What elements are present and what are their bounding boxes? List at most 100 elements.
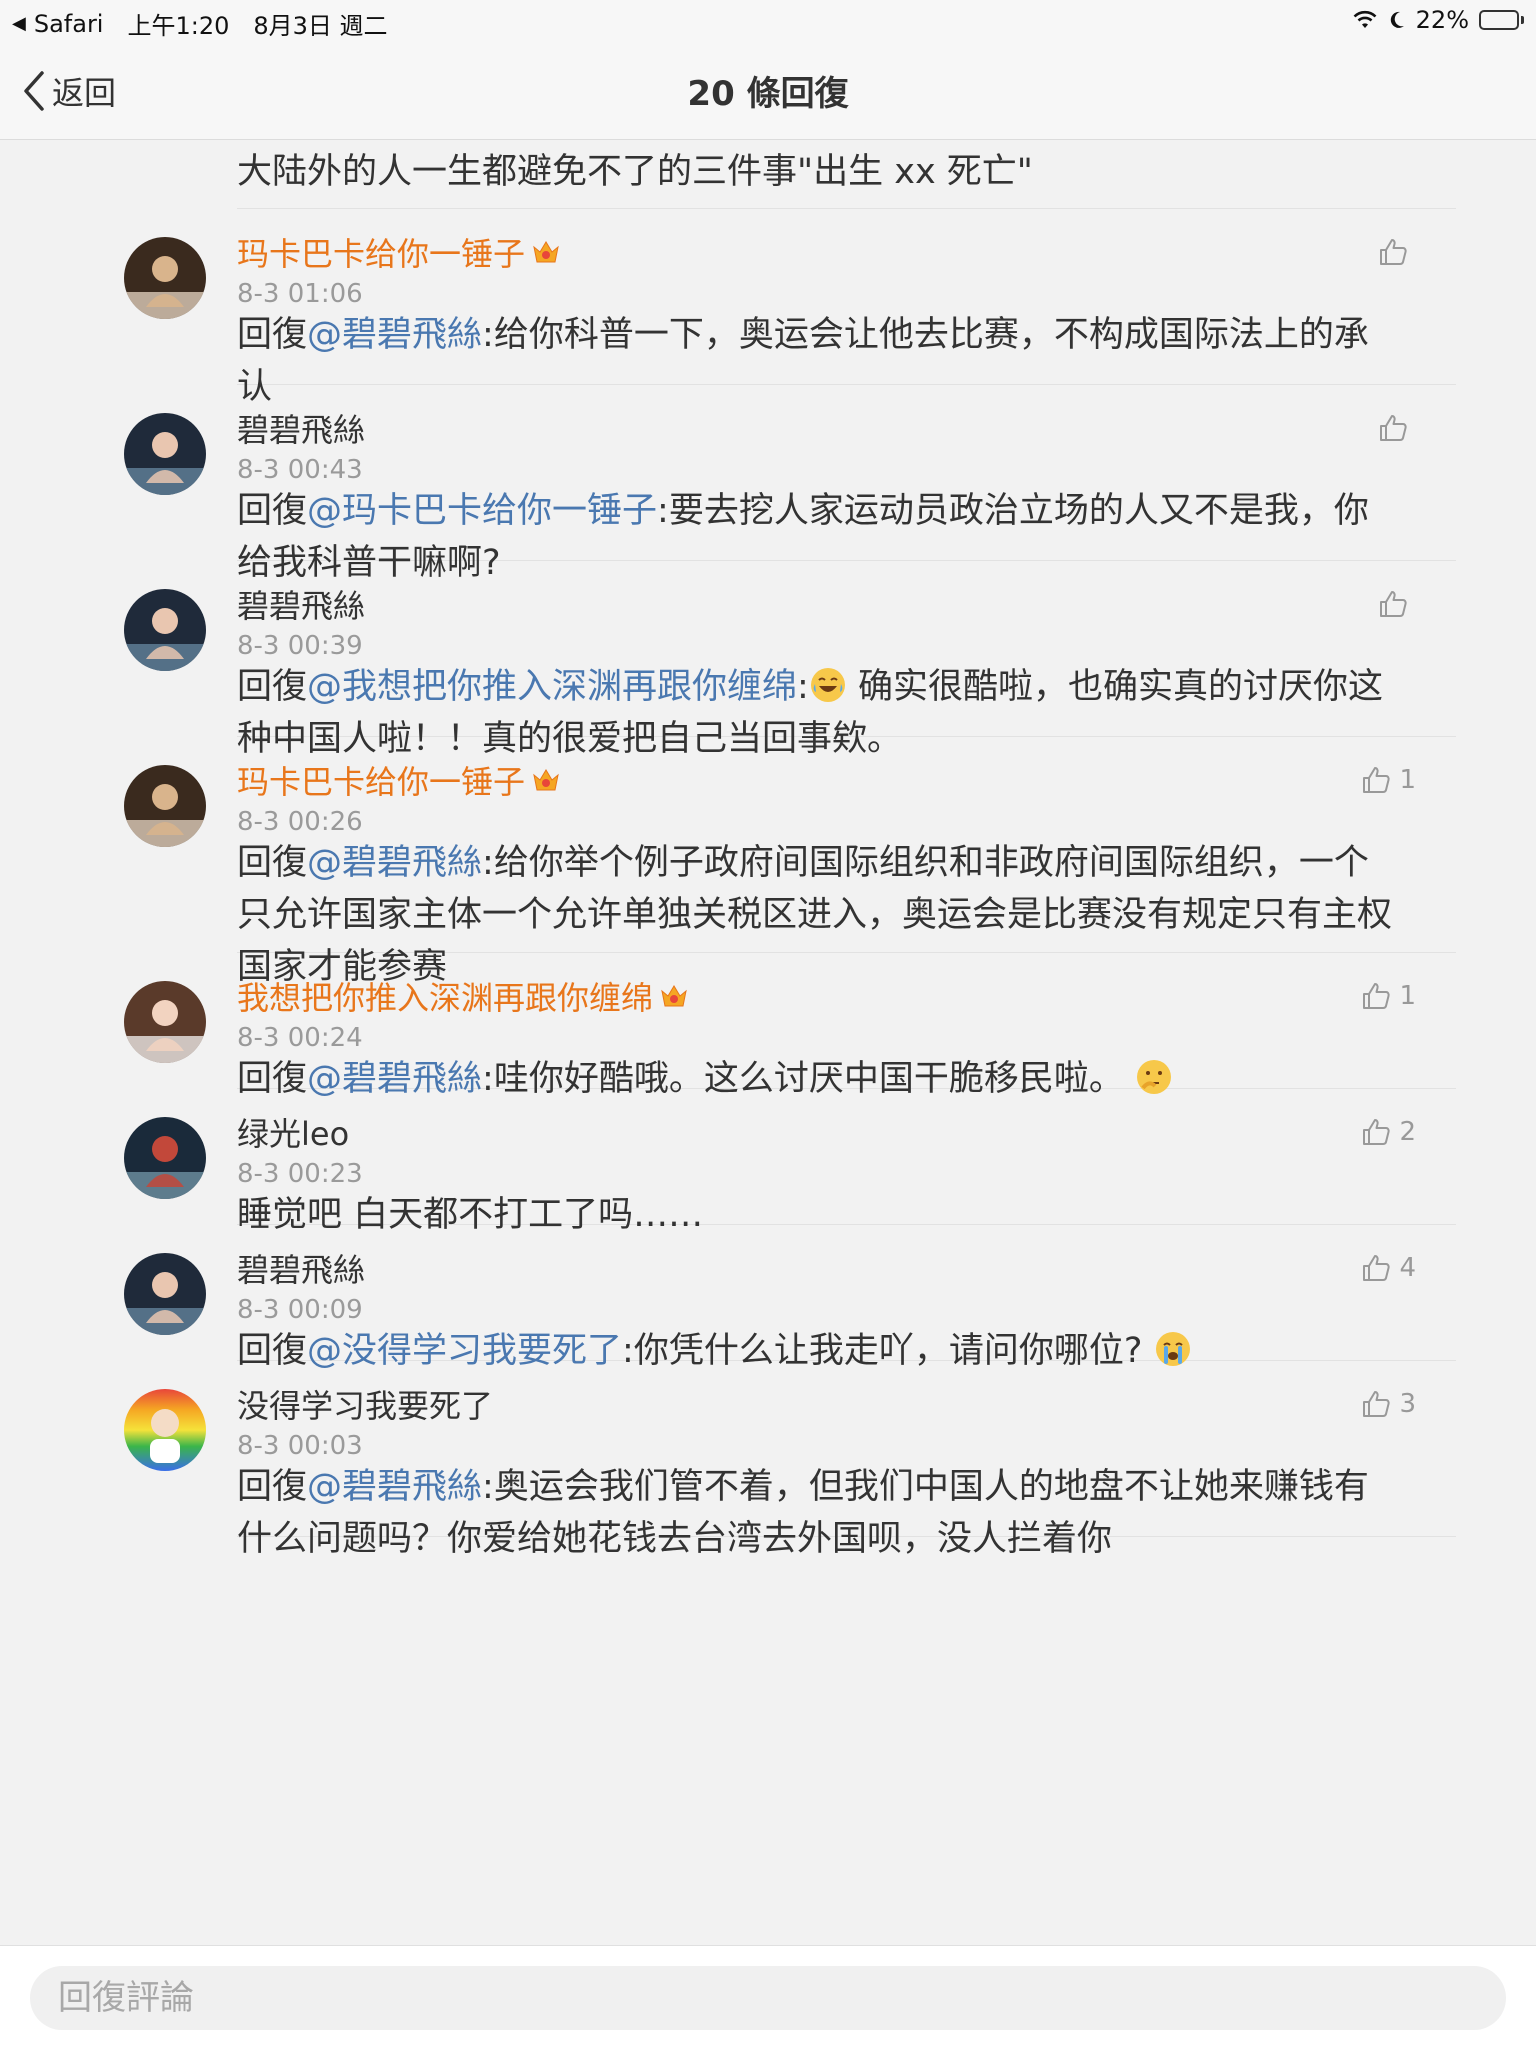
avatar[interactable]	[124, 1389, 206, 1471]
like-count: 4	[1399, 1253, 1416, 1283]
previous-comment-snippet: 大陆外的人一生都避免不了的三件事"出生 xx 死亡"	[237, 141, 1456, 209]
mention-link[interactable]: @碧碧飛絲	[307, 315, 482, 355]
comment-body: 绿光leo 8-3 00:23 睡觉吧 白天都不打工了吗…… 2	[237, 1089, 1456, 1235]
reply-prefix: 回復	[237, 315, 308, 355]
like-count: 3	[1399, 1389, 1416, 1419]
comment-item[interactable]: 玛卡巴卡给你一锤子 8-3 00:26 回復@碧碧飛絲:给你举个例子政府间国际组织和…	[80, 737, 1456, 987]
username[interactable]: 没得学习我要死了	[237, 1381, 493, 1427]
status-date: 8月3日 週二	[253, 12, 388, 40]
username-text[interactable]: 绿光leo	[237, 1109, 349, 1155]
nav-bar: 返回 20 條回復	[0, 40, 1536, 140]
thumbs-up-icon[interactable]	[1378, 237, 1408, 267]
avatar[interactable]	[124, 413, 206, 495]
like-count: 2	[1399, 1117, 1416, 1147]
like-button[interactable]: 1	[1361, 981, 1416, 1011]
moon-icon	[1390, 11, 1404, 28]
mention-link[interactable]: @碧碧飛絲	[307, 843, 482, 883]
comment-item[interactable]: 没得学习我要死了 8-3 00:03 回復@碧碧飛絲:奥运会我们管不着，但我们中国人…	[80, 1361, 1456, 1559]
username[interactable]: 碧碧飛絲	[237, 581, 365, 627]
reply-input[interactable]: 回復評論	[30, 1966, 1506, 2030]
previous-comment-text: 大陆外的人一生都避免不了的三件事"出生 xx 死亡"	[237, 152, 1033, 192]
username-text[interactable]: 我想把你推入深渊再跟你缠绵	[237, 973, 653, 1019]
comment-item[interactable]: 玛卡巴卡给你一锤子 8-3 01:06 回復@碧碧飛絲:给你科普一下，奥运会让他去比…	[80, 209, 1456, 407]
comment-body: 碧碧飛絲 8-3 00:09 回復@没得学习我要死了:你凭什么让我走吖，请问你哪位?…	[237, 1225, 1456, 1371]
thumbs-up-icon[interactable]	[1378, 589, 1408, 619]
thumbs-up-icon[interactable]	[1361, 981, 1391, 1011]
username-text[interactable]: 碧碧飛絲	[237, 1245, 365, 1291]
reply-prefix: 回復	[237, 491, 308, 531]
status-left: ◀ Safari 上午1:20 8月3日 週二	[12, 6, 388, 41]
vip-badge-icon	[661, 985, 687, 1007]
timestamp: 8-3 00:39	[237, 631, 363, 661]
mention-link[interactable]: @碧碧飛絲	[307, 1467, 482, 1507]
comment-item[interactable]: 碧碧飛絲 8-3 00:39 回復@我想把你推入深渊再跟你缠绵: 确实很酷啦，也确实…	[80, 561, 1456, 759]
like-button[interactable]	[1378, 237, 1416, 267]
like-button[interactable]: 3	[1361, 1389, 1416, 1419]
page-title: 20 條回復	[687, 74, 849, 114]
username-text[interactable]: 碧碧飛絲	[237, 405, 365, 451]
username[interactable]: 玛卡巴卡给你一锤子	[237, 229, 561, 275]
reply-prefix: 回復	[237, 843, 308, 883]
like-button[interactable]	[1378, 413, 1416, 443]
username[interactable]: 我想把你推入深渊再跟你缠绵	[237, 973, 689, 1019]
mention-link[interactable]: @玛卡巴卡给你一锤子	[307, 491, 657, 531]
timestamp: 8-3 00:26	[237, 807, 363, 837]
comment-item[interactable]: 碧碧飛絲 8-3 00:09 回復@没得学习我要死了:你凭什么让我走吖，请问你哪位?…	[80, 1225, 1456, 1371]
timestamp: 8-3 00:09	[237, 1295, 363, 1325]
username-text[interactable]: 没得学习我要死了	[237, 1381, 493, 1427]
status-time: 上午1:20	[127, 12, 230, 40]
timestamp: 8-3 00:24	[237, 1023, 363, 1053]
username-text[interactable]: 玛卡巴卡给你一锤子	[237, 229, 525, 275]
mention-link[interactable]: @我想把你推入深渊再跟你缠绵	[307, 667, 797, 707]
battery-percent: 22%	[1415, 6, 1469, 34]
comment-item[interactable]: 我想把你推入深渊再跟你缠绵 8-3 00:24 回復@碧碧飛絲:哇你好酷哦。这么讨厌…	[80, 953, 1456, 1099]
thumbs-up-icon[interactable]	[1378, 413, 1408, 443]
comment-colon: :	[797, 667, 809, 707]
comment-list[interactable]: 大陆外的人一生都避免不了的三件事"出生 xx 死亡" 玛卡巴卡给你一锤子 8-3 …	[80, 141, 1456, 1944]
avatar[interactable]	[124, 1117, 206, 1199]
vip-badge-icon	[533, 769, 559, 791]
status-bar: ◀ Safari 上午1:20 8月3日 週二 22%	[0, 0, 1536, 40]
comment-body: 碧碧飛絲 8-3 00:43 回復@玛卡巴卡给你一锤子:要去挖人家运动员政治立场的人…	[237, 385, 1456, 583]
like-button[interactable]	[1378, 589, 1416, 619]
comment-item[interactable]: 碧碧飛絲 8-3 00:43 回復@玛卡巴卡给你一锤子:要去挖人家运动员政治立场的人…	[80, 385, 1456, 583]
username-text[interactable]: 玛卡巴卡给你一锤子	[237, 757, 525, 803]
avatar[interactable]	[124, 1253, 206, 1335]
like-count: 1	[1399, 981, 1416, 1011]
battery-icon	[1479, 10, 1524, 30]
comment-body: 碧碧飛絲 8-3 00:39 回復@我想把你推入深渊再跟你缠绵: 确实很酷啦，也确实…	[237, 561, 1456, 759]
thumbs-up-icon[interactable]	[1361, 765, 1391, 795]
comment-body: 没得学习我要死了 8-3 00:03 回復@碧碧飛絲:奥运会我们管不着，但我们中国人…	[237, 1361, 1456, 1559]
comment-body: 玛卡巴卡给你一锤子 8-3 01:06 回復@碧碧飛絲:给你科普一下，奥运会让他去比…	[237, 209, 1456, 407]
comment-body: 玛卡巴卡给你一锤子 8-3 00:26 回復@碧碧飛絲:给你举个例子政府间国际组织和…	[237, 737, 1456, 987]
comment-content: 回復@碧碧飛絲:奥运会我们管不着，但我们中国人的地盘不让她来赚钱有什么问题吗？你…	[237, 1461, 1397, 1565]
like-count: 1	[1399, 765, 1416, 795]
username[interactable]: 碧碧飛絲	[237, 1245, 365, 1291]
thumbs-up-icon[interactable]	[1361, 1389, 1391, 1419]
username[interactable]: 碧碧飛絲	[237, 405, 365, 451]
status-right: 22%	[1352, 6, 1524, 34]
avatar[interactable]	[124, 237, 206, 319]
avatar[interactable]	[124, 981, 206, 1063]
timestamp: 8-3 00:43	[237, 455, 363, 485]
back-app-label[interactable]: Safari	[34, 10, 104, 38]
avatar[interactable]	[124, 765, 206, 847]
comment-item[interactable]: 绿光leo 8-3 00:23 睡觉吧 白天都不打工了吗…… 2	[80, 1089, 1456, 1235]
username-text[interactable]: 碧碧飛絲	[237, 581, 365, 627]
timestamp: 8-3 00:03	[237, 1431, 363, 1461]
avatar[interactable]	[124, 589, 206, 671]
wifi-icon	[1353, 10, 1377, 28]
back-to-app-icon[interactable]: ◀	[12, 13, 26, 34]
laugh-cry-emoji-icon	[810, 668, 845, 702]
reply-prefix: 回復	[237, 667, 308, 707]
like-button[interactable]: 4	[1361, 1253, 1416, 1283]
reply-prefix: 回復	[237, 1467, 308, 1507]
vip-badge-icon	[533, 241, 559, 263]
username[interactable]: 玛卡巴卡给你一锤子	[237, 757, 561, 803]
like-button[interactable]: 2	[1361, 1117, 1416, 1147]
timestamp: 8-3 00:23	[237, 1159, 363, 1189]
thumbs-up-icon[interactable]	[1361, 1117, 1391, 1147]
username[interactable]: 绿光leo	[237, 1109, 349, 1155]
like-button[interactable]: 1	[1361, 765, 1416, 795]
thumbs-up-icon[interactable]	[1361, 1253, 1391, 1283]
